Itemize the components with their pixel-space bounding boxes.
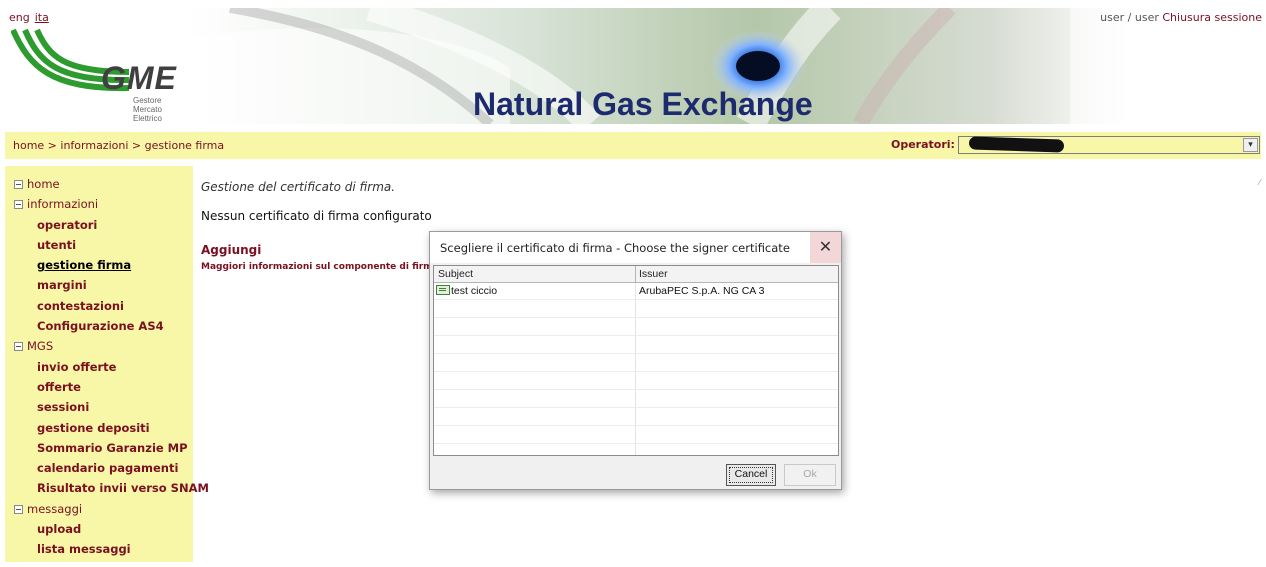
user-box: user / user Chiusura sessione (1100, 11, 1262, 24)
lang-ita-link[interactable]: ita (35, 11, 49, 24)
empty-row (434, 427, 838, 444)
sidebar-nav: home informazioni operatori utenti gesti… (5, 166, 209, 562)
column-divider[interactable] (635, 266, 636, 283)
sidebar-item-informazioni[interactable]: informazioni (5, 194, 193, 214)
logo-sub-line: Mercato (133, 105, 162, 114)
chevron-down-icon[interactable]: ▾ (1243, 138, 1258, 152)
dialog-titlebar[interactable]: Scegliere il certificato di firma - Choo… (430, 232, 841, 263)
subject-text: test ciccio (451, 285, 498, 297)
sidebar-item-lista-messaggi[interactable]: lista messaggi (5, 539, 193, 559)
sidebar-item-gestione-depositi[interactable]: gestione depositi (5, 418, 193, 438)
breadcrumb[interactable]: home > informazioni > gestione firma (13, 139, 224, 152)
table-row[interactable]: test ciccio ArubaPEC S.p.A. NG CA 3 (434, 283, 838, 300)
sidebar-item-sommario-garanzie[interactable]: Sommario Garanzie MP (5, 438, 193, 458)
empty-row (434, 301, 838, 318)
sidebar-item-configurazione-as4[interactable]: Configurazione AS4 (5, 316, 193, 336)
certificate-list[interactable]: Subject Issuer test ciccio ArubaPEC S.p.… (433, 265, 839, 456)
cancel-button[interactable]: Cancel (726, 464, 776, 486)
operator-select[interactable]: ▾ (958, 136, 1260, 154)
certificate-dialog: Scegliere il certificato di firma - Choo… (429, 231, 842, 490)
sidebar-item-gestione-firma[interactable]: gestione firma (5, 255, 193, 275)
certificate-icon (436, 285, 450, 295)
close-icon[interactable]: ✕ (810, 232, 841, 263)
sidebar-item-calendario-pagamenti[interactable]: calendario pagamenti (5, 458, 193, 478)
sidebar-item-label: MGS (27, 339, 54, 354)
empty-row (434, 355, 838, 372)
sidebar-item-invio-offerte[interactable]: invio offerte (5, 357, 193, 377)
breadcrumb-bar: home > informazioni > gestione firma Ope… (5, 132, 1261, 159)
sidebar-item-operatori[interactable]: operatori (5, 215, 193, 235)
logo-subtitle: Gestore Mercato Elettrico (133, 96, 193, 123)
sidebar-item-contestazioni[interactable]: contestazioni (5, 296, 193, 316)
logo-sub-line: Gestore (133, 96, 162, 105)
sidebar-item-margini[interactable]: margini (5, 275, 193, 295)
status-message: Nessun certificato di firma configurato (201, 209, 432, 223)
empty-row (434, 391, 838, 408)
sidebar-item-home[interactable]: home (5, 174, 193, 194)
sidebar-item-mgs[interactable]: MGS (5, 336, 193, 356)
sidebar-item-messaggi[interactable]: messaggi (5, 499, 193, 519)
page-title: Gestione del certificato di firma. (201, 180, 396, 194)
sidebar-item-label: informazioni (27, 197, 99, 212)
add-certificate-link[interactable]: Aggiungi (201, 243, 261, 257)
sidebar-item-label: home (27, 177, 60, 191)
collapse-icon[interactable] (14, 504, 23, 514)
sidebar-item-risultato-invii[interactable]: Risultato invii verso SNAM (5, 478, 209, 498)
cell-issuer: ArubaPEC S.p.A. NG CA 3 (639, 285, 765, 297)
gme-logo: GME Gestore Mercato Elettrico (11, 26, 177, 123)
column-header-issuer[interactable]: Issuer (639, 268, 668, 280)
user-name: user / user (1100, 11, 1159, 24)
page-header: eng ita GME Gestore Mercato Elettrico Na… (0, 0, 1266, 128)
more-info-link[interactable]: Maggiori informazioni sul componente di … (201, 262, 439, 272)
empty-row (434, 319, 838, 336)
language-switcher: eng ita (9, 11, 54, 24)
list-header: Subject Issuer (434, 266, 838, 283)
sidebar-item-upload[interactable]: upload (5, 519, 193, 539)
dialog-title: Scegliere il certificato di firma - Choo… (440, 241, 790, 255)
operator-label: Operatori: (891, 138, 955, 151)
sidebar-item-utenti[interactable]: utenti (5, 235, 193, 255)
collapse-icon[interactable] (14, 200, 23, 210)
logo-sub-line: Elettrico (133, 114, 162, 123)
empty-row (434, 337, 838, 354)
banner-title: Natural Gas Exchange (473, 86, 813, 122)
sidebar-item-label: messaggi (27, 501, 83, 516)
resize-grip-icon: ⁄ (1259, 178, 1261, 187)
logout-link[interactable]: Chiusura sessione (1162, 11, 1262, 24)
header-banner: Natural Gas Exchange (190, 8, 1130, 124)
logo-text: GME (101, 60, 177, 96)
empty-row (434, 409, 838, 426)
sidebar-item-offerte[interactable]: offerte (5, 377, 193, 397)
collapse-icon[interactable] (14, 342, 23, 352)
ok-button[interactable]: Ok (784, 464, 836, 486)
column-header-subject[interactable]: Subject (438, 268, 473, 280)
lang-eng-link[interactable]: eng (9, 11, 30, 24)
collapse-icon[interactable] (14, 180, 23, 189)
redacted-operator-value (968, 136, 1065, 153)
empty-row (434, 373, 838, 390)
sidebar-item-sessioni[interactable]: sessioni (5, 397, 193, 417)
cell-subject: test ciccio (436, 285, 497, 297)
